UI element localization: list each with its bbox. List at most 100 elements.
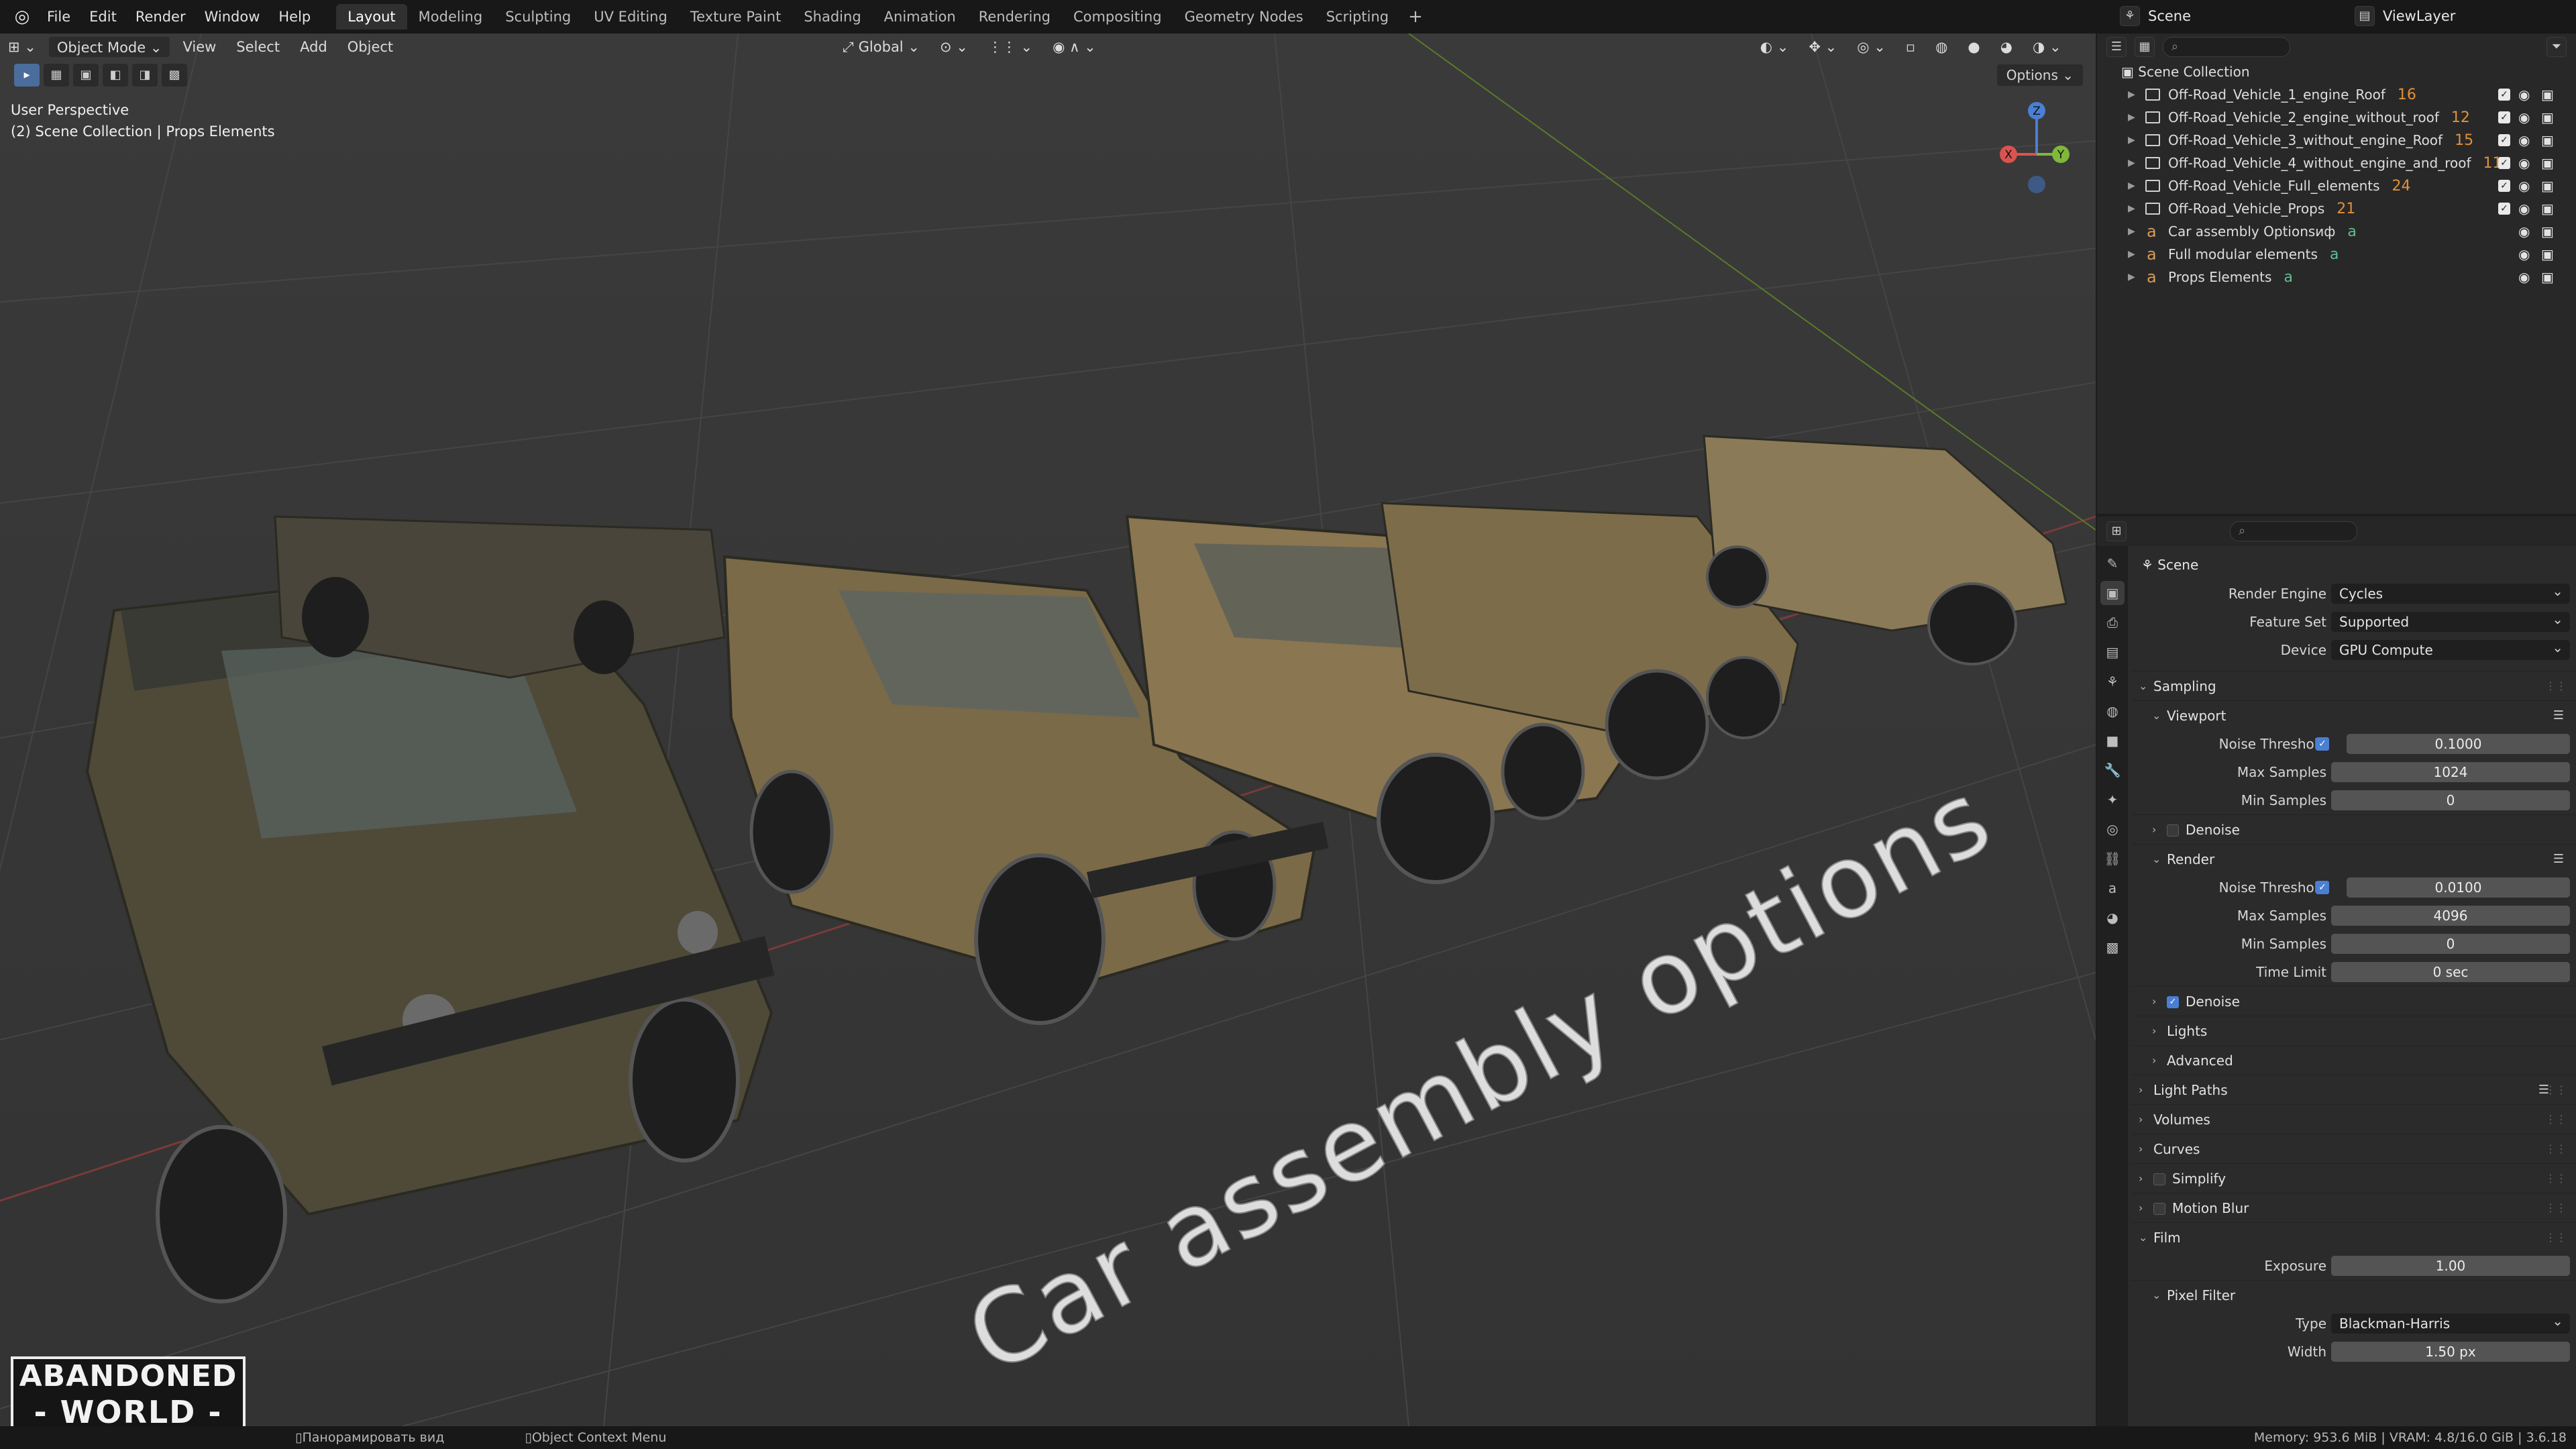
expand-arrow-icon[interactable]: ▶ <box>2128 243 2135 266</box>
viewport-subpanel-header[interactable]: ⌄ Viewport ☰ <box>2132 700 2576 730</box>
scene-collection-row[interactable]: ▣ Scene Collection <box>2097 60 2576 83</box>
outliner-row[interactable]: ▶ Off-Road_Vehicle_Props 21 ✓ ◉ ▣ <box>2097 197 2576 220</box>
add-workspace-button[interactable]: + <box>1400 7 1431 27</box>
tab-layout[interactable]: Layout <box>336 4 407 30</box>
drag-handle-icon[interactable]: ⋮⋮ <box>2545 1134 2567 1164</box>
eye-icon[interactable]: ◉ <box>2518 106 2530 129</box>
proportional-edit-icon[interactable]: ◉ ∧ ⌄ <box>1044 36 1104 58</box>
menu-edit[interactable]: Edit <box>80 3 126 30</box>
advanced-subpanel[interactable]: › Advanced <box>2132 1045 2576 1075</box>
camera-icon[interactable]: ▣ <box>2541 152 2554 174</box>
outliner-row[interactable]: ▶ Off-Road_Vehicle_3_without_engine_Roof 1… <box>2097 129 2576 152</box>
exclude-checkbox[interactable]: ✓ <box>2498 203 2510 215</box>
sampling-panel-header[interactable]: ⌄ Sampling ⋮⋮ <box>2132 671 2576 700</box>
tab-geometry-nodes[interactable]: Geometry Nodes <box>1173 4 1315 30</box>
display-mode-icon[interactable]: ▦ <box>2135 37 2155 57</box>
camera-icon[interactable]: ▣ <box>2541 83 2554 106</box>
filter-width-field[interactable]: 1.50 px <box>2331 1342 2570 1362</box>
camera-icon[interactable]: ▣ <box>2541 220 2554 243</box>
view-layer-selector[interactable]: ▤ ViewLayer <box>2355 4 2569 28</box>
drag-handle-icon[interactable]: ⋮⋮ <box>2545 672 2567 701</box>
camera-icon[interactable]: ▣ <box>2541 197 2554 220</box>
select-invert-icon[interactable]: ◨ <box>131 63 158 87</box>
modifier-tab-icon[interactable]: 🔧 <box>2100 758 2125 782</box>
scene-selector[interactable]: ⚘ Scene <box>2120 4 2341 28</box>
eye-icon[interactable]: ◉ <box>2518 266 2530 288</box>
render-tab-icon[interactable]: ▣ <box>2100 581 2125 605</box>
exclude-checkbox[interactable]: ✓ <box>2498 134 2510 146</box>
menu-window[interactable]: Window <box>195 3 270 30</box>
menu-select[interactable]: Select <box>228 36 288 58</box>
visibility-icon[interactable]: ◐ ⌄ <box>1752 36 1797 58</box>
expand-arrow-icon[interactable]: ▶ <box>2128 174 2135 197</box>
output-tab-icon[interactable]: ⎙ <box>2100 610 2125 635</box>
render-subpanel-header[interactable]: ⌄ Render ☰ <box>2132 844 2576 873</box>
select-box-icon[interactable]: ▦ <box>43 63 70 87</box>
eye-icon[interactable]: ◉ <box>2518 243 2530 266</box>
tab-shading[interactable]: Shading <box>792 4 872 30</box>
simplify-checkbox[interactable] <box>2153 1173 2165 1185</box>
outliner-editor-icon[interactable]: ☰ <box>2106 37 2127 57</box>
lights-subpanel[interactable]: › Lights <box>2132 1016 2576 1045</box>
tab-texture-paint[interactable]: Texture Paint <box>679 4 793 30</box>
tab-uv-editing[interactable]: UV Editing <box>582 4 679 30</box>
drag-handle-icon[interactable]: ⋮⋮ <box>2545 1193 2567 1223</box>
outliner-row[interactable]: ▶ Off-Road_Vehicle_2_engine_without_roof 1… <box>2097 106 2576 129</box>
blender-logo-icon[interactable]: ◎ <box>7 3 38 30</box>
select-subtract-icon[interactable]: ◧ <box>102 63 129 87</box>
select-intersect-icon[interactable]: ▩ <box>161 63 188 87</box>
vp-noise-threshold-checkbox[interactable]: ✓ <box>2316 737 2329 751</box>
outliner-row[interactable]: ▶ Off-Road_Vehicle_1_engine_Roof 16 ✓ ◉ ▣ <box>2097 83 2576 106</box>
time-limit-field[interactable]: 0 sec <box>2331 962 2570 982</box>
drag-handle-icon[interactable]: ⋮⋮ <box>2545 1223 2567 1252</box>
volumes-panel[interactable]: › Volumes ⋮⋮ <box>2132 1104 2576 1134</box>
r-max-samples-field[interactable]: 4096 <box>2331 906 2570 926</box>
tab-sculpting[interactable]: Sculpting <box>494 4 582 30</box>
select-tool-icon[interactable]: ▸ <box>13 63 40 87</box>
r-denoise-checkbox[interactable]: ✓ <box>2167 996 2179 1008</box>
outliner-row[interactable]: ▶ Off-Road_Vehicle_Full_elements 24 ✓ ◉ ▣ <box>2097 174 2576 197</box>
shading-solid-icon[interactable]: ● <box>1960 36 1988 58</box>
shading-wireframe-icon[interactable]: ◍ <box>1927 36 1955 58</box>
tab-rendering[interactable]: Rendering <box>967 4 1062 30</box>
vp-noise-threshold-field[interactable]: 0.1000 <box>2347 734 2570 754</box>
feature-set-dropdown[interactable]: Supported <box>2331 609 2570 632</box>
object-tab-icon[interactable]: ■ <box>2100 729 2125 753</box>
vp-min-samples-field[interactable]: 0 <box>2331 790 2570 810</box>
device-dropdown[interactable]: GPU Compute <box>2331 637 2570 660</box>
expand-arrow-icon[interactable]: ▶ <box>2128 220 2135 243</box>
r-noise-threshold-checkbox[interactable]: ✓ <box>2316 881 2329 894</box>
texture-tab-icon[interactable]: ▩ <box>2100 935 2125 959</box>
world-tab-icon[interactable]: ◍ <box>2100 699 2125 723</box>
tab-compositing[interactable]: Compositing <box>1062 4 1173 30</box>
menu-help[interactable]: Help <box>269 3 320 30</box>
menu-file[interactable]: File <box>38 3 80 30</box>
expand-arrow-icon[interactable]: ▶ <box>2128 129 2135 152</box>
filter-type-dropdown[interactable]: Blackman-Harris <box>2331 1311 2570 1334</box>
menu-render[interactable]: Render <box>126 3 195 30</box>
filter-icon[interactable]: ⏷ <box>2546 37 2567 57</box>
particles-tab-icon[interactable]: ✦ <box>2100 788 2125 812</box>
shading-rendered-icon[interactable]: ◑ ⌄ <box>2025 36 2070 58</box>
camera-icon[interactable]: ▣ <box>2541 174 2554 197</box>
curves-panel[interactable]: › Curves ⋮⋮ <box>2132 1134 2576 1163</box>
exposure-field[interactable]: 1.00 <box>2331 1256 2570 1276</box>
outliner-row[interactable]: ▶ a Props Elements a ◉ ▣ <box>2097 266 2576 288</box>
exclude-checkbox[interactable]: ✓ <box>2498 157 2510 169</box>
outliner-row[interactable]: ▶ Off-Road_Vehicle_4_without_engine_and_r… <box>2097 152 2576 174</box>
outliner-row[interactable]: ▶ a Car assembly Optionsиф a ◉ ▣ <box>2097 220 2576 243</box>
r-min-samples-field[interactable]: 0 <box>2331 934 2570 954</box>
presets-list-icon[interactable]: ☰ <box>2553 701 2564 731</box>
r-denoise-subpanel[interactable]: › ✓ Denoise <box>2132 986 2576 1016</box>
tool-tab-icon[interactable]: ✎ <box>2100 551 2125 576</box>
material-tab-icon[interactable]: ◕ <box>2100 906 2125 930</box>
motion-blur-checkbox[interactable] <box>2153 1203 2165 1215</box>
scene-name[interactable]: Scene <box>2148 8 2191 24</box>
eye-icon[interactable]: ◉ <box>2518 129 2530 152</box>
xray-icon[interactable]: ▫ <box>1898 36 1923 58</box>
gizmo-neg-z-axis[interactable] <box>2028 176 2045 193</box>
object-mode-dropdown[interactable]: Object Mode ⌄ <box>48 36 171 58</box>
menu-add[interactable]: Add <box>292 36 335 58</box>
expand-arrow-icon[interactable]: ▶ <box>2128 106 2135 129</box>
camera-icon[interactable]: ▣ <box>2541 129 2554 152</box>
